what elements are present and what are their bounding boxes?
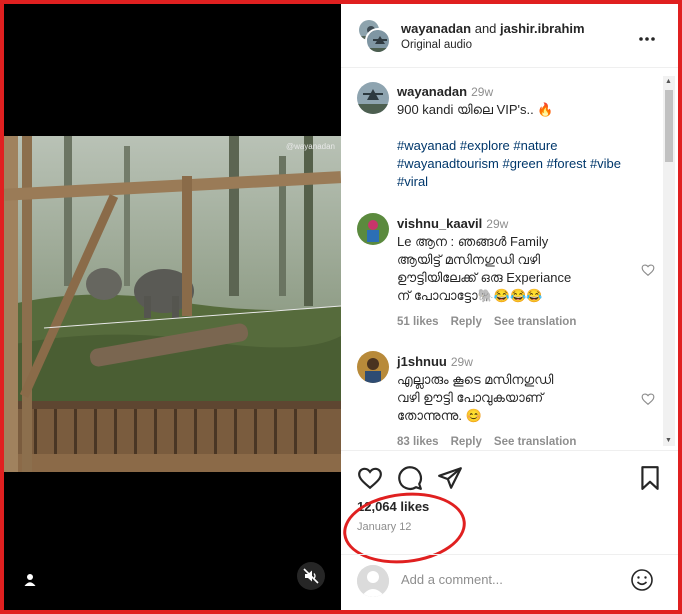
comment-text-line: ആയിട്ട് മസിനഗുഡി വഴി (397, 252, 541, 267)
comment-username[interactable]: vishnu_kaavil (397, 216, 482, 231)
more-dots-icon[interactable] (638, 26, 656, 47)
elephant-video-scene (4, 136, 341, 472)
add-comment-input[interactable] (401, 567, 611, 591)
comment-icon[interactable] (397, 465, 423, 491)
comment-text-line: ന് പോവാട്ടോ🐘😂😂😂 (397, 288, 543, 303)
post-panel: wayanadan and jashir.ibrahim Original au… (339, 4, 678, 610)
comment-meta: 83 likes Reply See translation (397, 436, 588, 448)
heart-icon[interactable] (357, 465, 383, 491)
video-frame[interactable]: @wayanadan (4, 136, 341, 472)
comment-time[interactable]: 29w (451, 355, 473, 369)
caption: wayanadan 29w 900 kandi യിലെ VIP's.. 🔥 #w… (397, 83, 633, 191)
see-translation-link[interactable]: See translation (494, 316, 576, 328)
hashtags-line[interactable]: #viral (397, 173, 633, 191)
scroll-down-icon[interactable]: ▼ (665, 437, 672, 444)
comment: vishnu_kaavil 29w Le ആന : ഞങ്ങൾ Family ആയ… (397, 215, 633, 305)
muted-speaker-icon (303, 568, 319, 584)
avatar[interactable] (365, 28, 391, 54)
emoji-icon[interactable] (630, 568, 654, 592)
avatar[interactable] (357, 565, 389, 597)
comment-username[interactable]: j1shnuu (397, 354, 447, 369)
comment-meta: 51 likes Reply See translation (397, 316, 588, 328)
comments-list[interactable]: wayanadan 29w 900 kandi യിലെ VIP's.. 🔥 #w… (341, 69, 663, 449)
comment-text-line: തോന്നുന്നു. 😊 (397, 408, 482, 423)
caption-time[interactable]: 29w (471, 85, 493, 99)
scrollbar[interactable]: ▲ ▼ (663, 76, 675, 446)
share-icon[interactable] (437, 465, 463, 491)
header-joiner: and (474, 21, 497, 36)
comment-text-line: ഊട്ടിയിലേക്ക് ഒരു Experiance (397, 270, 572, 285)
add-comment-bar (341, 554, 678, 610)
heart-icon[interactable] (641, 263, 655, 277)
video-watermark: @wayanadan (285, 142, 335, 151)
person-icon[interactable] (22, 572, 38, 588)
comment: j1shnuu 29w എല്ലാരും കൂടെ മസിനഗുഡി വഴി ഊട… (397, 353, 633, 425)
comment-text-line: വഴി ഊട്ടി പോവുകയാണ് (397, 390, 544, 405)
post-media[interactable]: @wayanadan (4, 4, 341, 610)
comment-text-line: എല്ലാരും കൂടെ മസിനഗുഡി (397, 372, 554, 387)
header-username-1[interactable]: wayanadan (401, 21, 471, 36)
hashtags-line[interactable]: #wayanadtourism #green #forest #vibe (397, 155, 633, 173)
caption-username[interactable]: wayanadan (397, 84, 467, 99)
post-header: wayanadan and jashir.ibrahim Original au… (341, 4, 678, 68)
header-usernames: wayanadan and jashir.ibrahim (401, 21, 585, 36)
bookmark-icon[interactable] (637, 465, 663, 491)
comment-text-line: Le ആന : ഞങ്ങൾ Family (397, 234, 549, 249)
comment-likes[interactable]: 83 likes (397, 436, 439, 448)
heart-icon[interactable] (641, 392, 655, 406)
caption-text: 900 kandi യിലെ VIP's.. 🔥 (397, 102, 554, 117)
comment-time[interactable]: 29w (486, 217, 508, 231)
reply-button[interactable]: Reply (451, 316, 482, 328)
mute-button[interactable] (297, 562, 325, 590)
avatar[interactable] (357, 82, 389, 114)
scrollbar-thumb[interactable] (665, 90, 673, 162)
avatar[interactable] (357, 213, 389, 245)
post-actions: 12,064 likes January 12 (339, 450, 678, 570)
scroll-up-icon[interactable]: ▲ (665, 78, 672, 85)
comment-likes[interactable]: 51 likes (397, 316, 439, 328)
see-translation-link[interactable]: See translation (494, 436, 576, 448)
reply-button[interactable]: Reply (451, 436, 482, 448)
hashtags-line[interactable]: #wayanad #explore #nature (397, 137, 633, 155)
avatar[interactable] (357, 351, 389, 383)
collab-avatars[interactable] (357, 18, 391, 54)
audio-label[interactable]: Original audio (401, 39, 472, 51)
header-username-2[interactable]: jashir.ibrahim (500, 21, 585, 36)
